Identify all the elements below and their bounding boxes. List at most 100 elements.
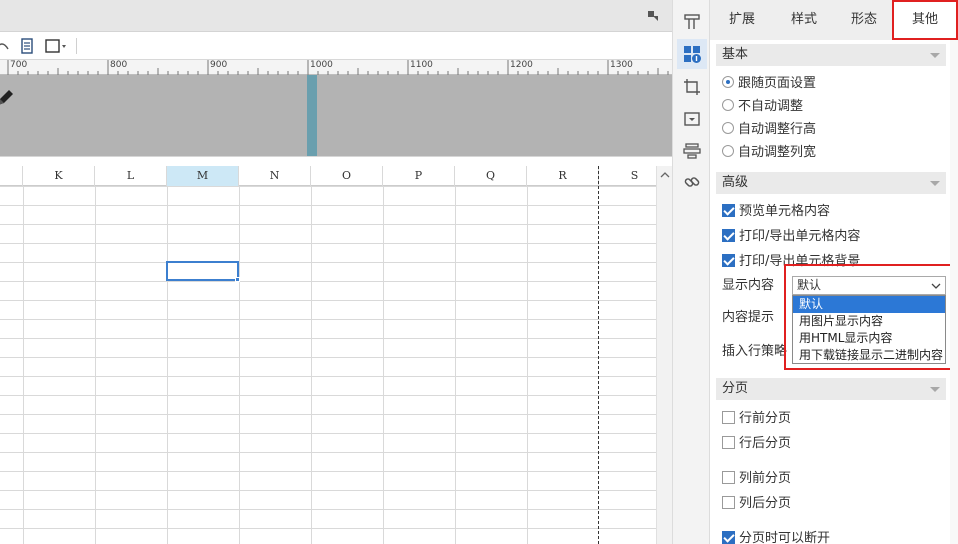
sheet-icon[interactable] (18, 37, 36, 55)
column-header-k[interactable]: K (23, 166, 95, 186)
section-basic[interactable]: 基本 (716, 44, 946, 66)
tab-expand[interactable]: 扩展 (718, 0, 766, 40)
radio-auto-col-width[interactable]: 自动调整列宽 (722, 143, 816, 163)
radio-icon (722, 76, 734, 88)
checkbox-icon (722, 531, 735, 544)
insert-row-policy-label: 插入行策略 (722, 344, 788, 359)
option-label: 行后分页 (739, 436, 792, 451)
ruler-label: 1100 (410, 60, 433, 70)
radio-no-auto[interactable]: 不自动调整 (722, 97, 803, 117)
page-boundary-marker (307, 75, 317, 156)
check-page-after-col[interactable]: 列后分页 (722, 494, 791, 514)
section-paging[interactable]: 分页 (716, 378, 946, 400)
column-header-l[interactable]: L (95, 166, 167, 186)
tab-style[interactable]: 样式 (780, 0, 828, 40)
option-label: 列后分页 (739, 496, 792, 511)
horizontal-ruler: 700 800 900 1000 1100 1200 1300 (0, 59, 672, 76)
section-paging-title: 分页 (722, 381, 749, 396)
fill-handle[interactable] (235, 277, 240, 282)
ruler-label: 1300 (610, 60, 633, 70)
page-break-line (598, 166, 599, 544)
option-label: 预览单元格内容 (739, 204, 831, 219)
property-icon-strip (672, 0, 710, 544)
column-header-q[interactable]: Q (455, 166, 527, 186)
pencil-icon (0, 90, 13, 105)
tab-highlight-box (892, 0, 958, 40)
dropdown-widget-icon[interactable] (682, 109, 702, 129)
option-label: 自动调整行高 (738, 122, 817, 137)
toolbar-divider (76, 38, 77, 54)
ruler-label: 1200 (510, 60, 533, 70)
option-label: 行前分页 (739, 411, 792, 426)
option-label: 打印/导出单元格内容 (739, 229, 861, 244)
column-header[interactable] (0, 166, 23, 186)
checkbox-icon (722, 411, 735, 424)
check-allow-break[interactable]: 分页时可以断开 (722, 529, 830, 544)
display-content-label: 显示内容 (722, 278, 775, 293)
border-dropdown-icon[interactable] (44, 37, 70, 55)
chevron-down-icon (930, 181, 940, 186)
spreadsheet-grid[interactable]: K L M N O P Q R S (0, 166, 656, 544)
column-header-r[interactable]: R (527, 166, 599, 186)
selected-cell[interactable] (166, 261, 239, 281)
radio-auto-row-height[interactable]: 自动调整行高 (722, 120, 816, 140)
design-topbar (0, 0, 672, 32)
curve-tool-icon[interactable] (0, 37, 12, 55)
check-page-after-row[interactable]: 行后分页 (722, 434, 791, 454)
check-print-content[interactable]: 打印/导出单元格内容 (722, 227, 860, 247)
radio-icon (722, 122, 734, 134)
canvas-separator (0, 156, 672, 166)
checkbox-icon (722, 254, 735, 267)
ruler-label: 700 (10, 60, 28, 70)
column-header-s[interactable]: S (599, 166, 656, 186)
section-advanced[interactable]: 高级 (716, 172, 946, 194)
radio-icon (722, 145, 734, 157)
chevron-down-icon (930, 53, 940, 58)
column-header-p[interactable]: P (383, 166, 455, 186)
checkbox-icon (722, 471, 735, 484)
link-icon[interactable] (682, 172, 702, 192)
chevron-down-icon (930, 387, 940, 392)
content-tooltip-label: 内容提示 (722, 310, 775, 325)
stack-icon[interactable] (682, 141, 702, 161)
ruler-ticks (7, 60, 669, 76)
option-label: 列前分页 (739, 471, 792, 486)
vertical-scrollbar[interactable] (656, 166, 672, 544)
cell-attributes-icon[interactable] (682, 44, 702, 64)
option-label: 分页时可以断开 (739, 531, 831, 544)
column-header-n[interactable]: N (239, 166, 311, 186)
check-page-before-col[interactable]: 列前分页 (722, 469, 791, 489)
checkbox-icon (722, 436, 735, 449)
checkbox-icon (722, 496, 735, 509)
scroll-up-icon[interactable] (659, 169, 671, 181)
grid-cells[interactable] (0, 186, 656, 544)
checkbox-icon (722, 229, 735, 242)
tab-form[interactable]: 形态 (840, 0, 888, 40)
ruler-label: 800 (110, 60, 128, 70)
design-area: 700 800 900 1000 1100 1200 1300 K L M N … (0, 0, 672, 544)
design-toolbar (0, 33, 672, 59)
dropdown-highlight-box (784, 264, 958, 370)
checkbox-icon (722, 204, 735, 217)
section-basic-title: 基本 (722, 47, 749, 62)
column-header-m[interactable]: M (167, 166, 239, 186)
option-label: 自动调整列宽 (738, 145, 817, 160)
radio-follow-page[interactable]: 跟随页面设置 (722, 74, 816, 94)
properties-panel: 扩展 样式 形态 其他 基本 跟随页面设置 不自动调整 自动调整行高 自动调整列… (710, 0, 958, 544)
collapse-panel-icon[interactable] (646, 9, 660, 23)
check-preview-content[interactable]: 预览单元格内容 (722, 202, 830, 222)
section-advanced-title: 高级 (722, 175, 749, 190)
report-canvas[interactable] (0, 75, 672, 156)
crop-icon[interactable] (682, 77, 702, 97)
option-label: 跟随页面设置 (738, 76, 817, 91)
column-header-row: K L M N O P Q R S (0, 166, 656, 186)
panel-scrollbar[interactable] (950, 40, 958, 544)
column-header-o[interactable]: O (311, 166, 383, 186)
option-label: 不自动调整 (738, 99, 804, 114)
radio-icon (722, 99, 734, 111)
panel-tabs: 扩展 样式 形态 其他 (710, 0, 958, 40)
ruler-label: 1000 (310, 60, 333, 70)
layout-icon[interactable] (682, 12, 702, 32)
ruler-label: 900 (210, 60, 228, 70)
check-page-before-row[interactable]: 行前分页 (722, 409, 791, 429)
